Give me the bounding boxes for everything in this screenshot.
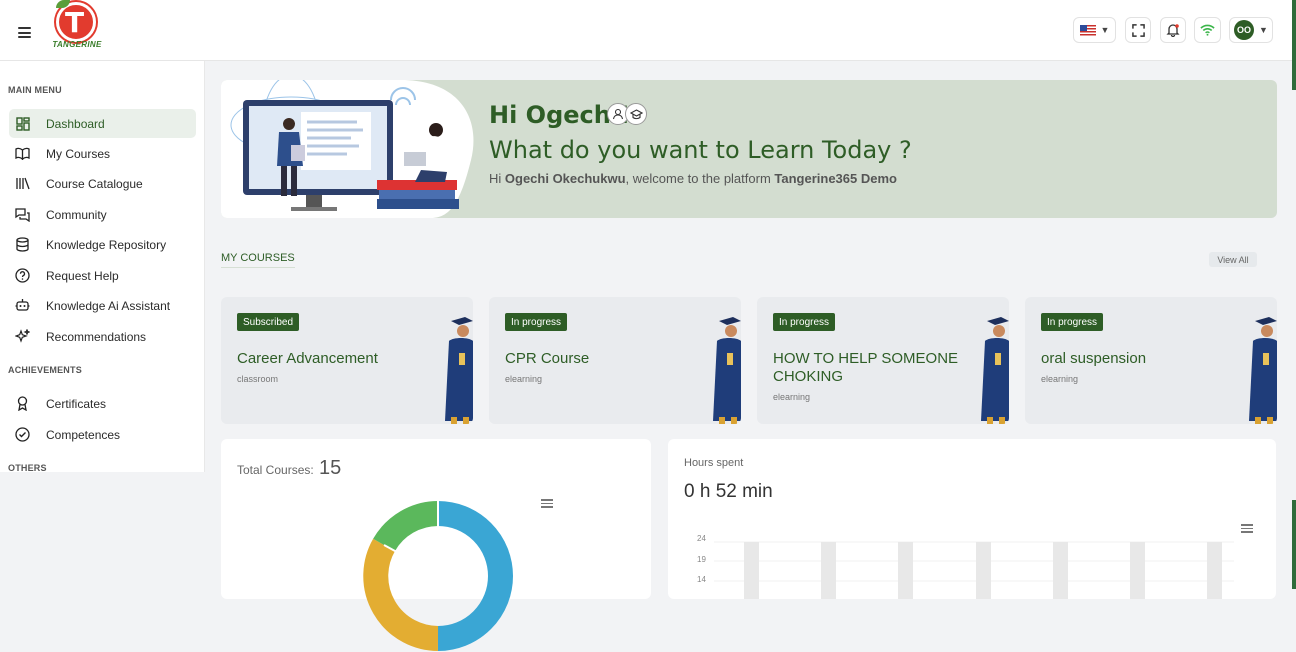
- view-all-button[interactable]: View All: [1209, 252, 1257, 267]
- database-icon: [15, 237, 30, 252]
- user-menu[interactable]: OO ▼: [1229, 17, 1273, 43]
- chevron-down-icon: ▼: [1100, 25, 1110, 35]
- user-full-name: Ogechi Okechukwu: [504, 171, 626, 186]
- welcome-text: Hi Ogechi Okechukwu, welcome to the plat…: [489, 171, 897, 186]
- hours-spent-label: Hours spent: [684, 457, 744, 469]
- course-card[interactable]: In progress HOW TO HELP SOMEONE CHOKING …: [757, 297, 1009, 424]
- learn-question: What do you want to Learn Today ?: [489, 136, 912, 164]
- course-card[interactable]: In progress CPR Course elearning: [489, 297, 741, 424]
- status-badge: Subscribed: [237, 313, 300, 331]
- chart-menu-icon[interactable]: [541, 499, 553, 508]
- fullscreen-icon: [1131, 23, 1145, 37]
- chat-icon: [15, 207, 30, 222]
- sidebar-item-label: Knowledge Ai Assistant: [46, 298, 171, 313]
- sidebar-item-knowledge-repository[interactable]: Knowledge Repository: [9, 230, 196, 259]
- graduate-illustration: [981, 317, 1009, 424]
- book-icon: [15, 146, 30, 161]
- hours-spent-value: 0 h 52 min: [684, 481, 773, 502]
- total-courses-value: 15: [319, 457, 342, 479]
- hours-spent-panel: Hours spent 0 h 52 min 24 19 14: [668, 439, 1276, 599]
- hours-bar-chart-background: [714, 541, 1234, 599]
- sidebar-item-label: Request Help: [46, 268, 119, 283]
- library-icon: [15, 176, 30, 191]
- graduate-illustration: [1249, 317, 1277, 424]
- fullscreen-button[interactable]: [1125, 17, 1151, 43]
- section-achievements: ACHIEVEMENTS: [8, 365, 82, 375]
- greeting-icons: [607, 103, 647, 125]
- sparkle-icon: [15, 329, 30, 344]
- avatar: OO: [1234, 20, 1255, 40]
- donut-segment-green: [373, 501, 439, 552]
- course-title: HOW TO HELP SOMEONE CHOKING: [773, 350, 959, 385]
- right-edge-gap: [1292, 90, 1296, 500]
- dashboard-icon: [15, 116, 30, 131]
- graduate-illustration: [713, 317, 741, 424]
- graduation-cap-icon: [625, 103, 647, 125]
- y-tick-label: 19: [697, 555, 706, 564]
- course-card[interactable]: Subscribed Career Advancement classroom: [221, 297, 473, 424]
- help-icon: [15, 268, 30, 283]
- us-flag-icon: [1079, 24, 1096, 36]
- graduate-illustration: [445, 317, 473, 424]
- menu-toggle-icon[interactable]: [18, 27, 31, 38]
- welcome-prefix: Hi: [489, 171, 505, 186]
- tangerine-logo[interactable]: T TANGERINE: [50, 0, 104, 52]
- sidebar-item-certificates[interactable]: Certificates: [9, 389, 196, 418]
- status-badge: In progress: [1041, 313, 1104, 331]
- welcome-middle: , welcome to the platform: [625, 171, 775, 186]
- y-tick-label: 24: [697, 534, 706, 543]
- bell-icon: [1166, 24, 1180, 37]
- sidebar-item-dashboard[interactable]: Dashboard: [9, 109, 196, 138]
- course-type: classroom: [237, 374, 279, 384]
- welcome-banner: Hi Ogechi! What do you want to Learn Tod…: [221, 80, 1277, 218]
- sidebar-item-label: Certificates: [46, 396, 107, 411]
- sidebar-item-competences[interactable]: Competences: [9, 420, 196, 449]
- donut-segment-yellow: [363, 538, 439, 651]
- status-badge: In progress: [773, 313, 836, 331]
- sidebar-item-course-catalogue[interactable]: Course Catalogue: [9, 169, 196, 198]
- total-courses-label: Total Courses:: [237, 463, 314, 477]
- sidebar-item-label: Dashboard: [46, 116, 105, 131]
- language-selector[interactable]: ▼: [1073, 17, 1116, 43]
- my-courses-heading: MY COURSES: [221, 252, 295, 268]
- notifications-button[interactable]: [1160, 17, 1186, 43]
- sidebar-item-label: My Courses: [46, 146, 111, 161]
- sidebar-item-my-courses[interactable]: My Courses: [9, 139, 196, 168]
- sidebar-item-label: Knowledge Repository: [46, 237, 167, 252]
- sidebar: MAIN MENU Dashboard My Courses Course Ca…: [0, 61, 205, 473]
- course-type: elearning: [505, 374, 543, 384]
- y-tick-label: 14: [697, 575, 706, 584]
- check-circle-icon: [15, 427, 30, 442]
- connection-status-button[interactable]: [1194, 17, 1221, 43]
- courses-donut-chart: [363, 501, 513, 651]
- sidebar-item-label: Course Catalogue: [46, 176, 143, 191]
- award-icon: [15, 396, 30, 411]
- chevron-down-icon: ▼: [1259, 25, 1268, 35]
- platform-name: Tangerine365 Demo: [774, 171, 897, 186]
- top-bar: T TANGERINE ▼ OO ▼: [0, 0, 1296, 61]
- bot-icon: [15, 298, 30, 313]
- sidebar-item-recommendations[interactable]: Recommendations: [9, 322, 196, 351]
- sidebar-item-label: Community: [46, 207, 107, 222]
- sidebar-item-knowledge-ai-assistant[interactable]: Knowledge Ai Assistant: [9, 291, 196, 320]
- section-main-menu: MAIN MENU: [8, 85, 62, 95]
- learning-illustration: [221, 80, 474, 218]
- course-type: elearning: [773, 392, 811, 402]
- sidebar-item-label: Competences: [46, 427, 121, 442]
- sidebar-item-community[interactable]: Community: [9, 200, 196, 229]
- status-badge: In progress: [505, 313, 568, 331]
- sidebar-item-label: Recommendations: [46, 329, 147, 344]
- course-title: CPR Course: [505, 350, 590, 367]
- course-title: Career Advancement: [237, 350, 378, 367]
- sidebar-item-request-help[interactable]: Request Help: [9, 261, 196, 290]
- donut-segment-blue: [437, 501, 513, 651]
- section-others: OTHERS: [8, 463, 47, 473]
- total-courses-panel: Total Courses: 15: [221, 439, 651, 651]
- course-title: oral suspension: [1041, 350, 1147, 367]
- course-card[interactable]: In progress oral suspension elearning: [1025, 297, 1277, 424]
- course-type: elearning: [1041, 374, 1079, 384]
- wifi-icon: [1200, 24, 1215, 36]
- chart-menu-icon[interactable]: [1241, 524, 1253, 533]
